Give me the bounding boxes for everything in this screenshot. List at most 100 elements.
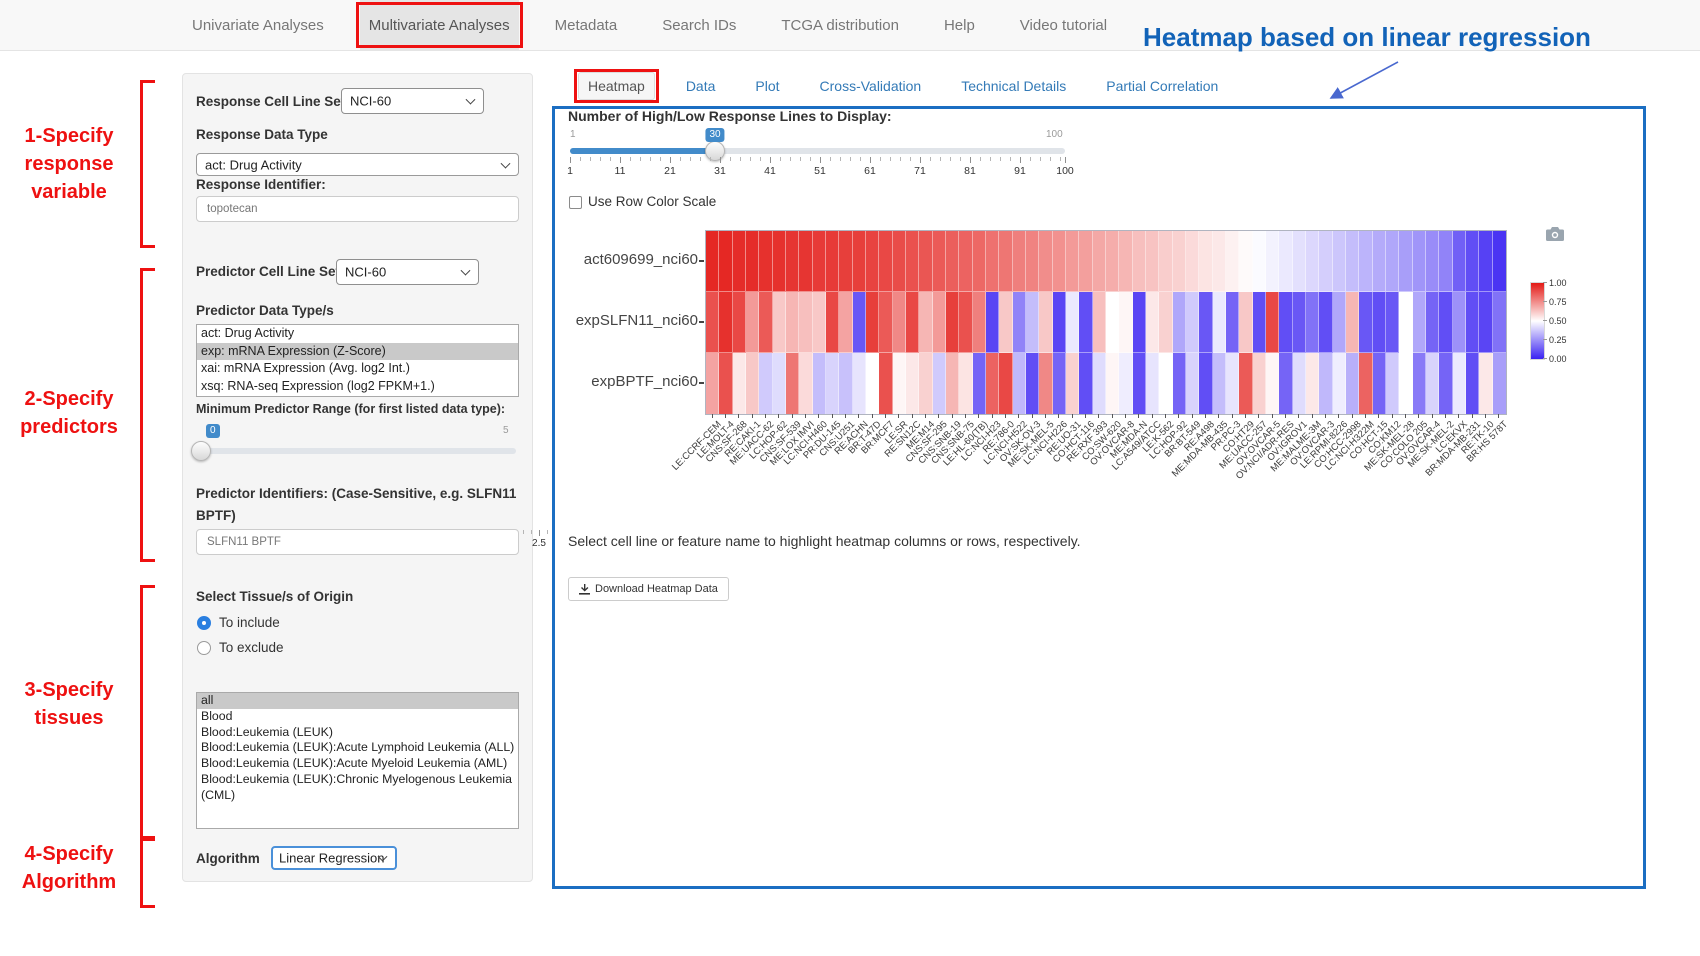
predictor-data-type-option-exp-mrna-expression-z-score[interactable]: exp: mRNA Expression (Z-Score): [197, 343, 518, 361]
heatmap-cell: [986, 353, 999, 414]
heatmap-row-label-act609699-nci60[interactable]: act609699_nci60: [548, 251, 698, 268]
heatmap-cell: [1386, 353, 1399, 414]
nav-item-multivariate-analyses[interactable]: Multivariate Analyses: [360, 0, 519, 50]
heatmap-cell: [1266, 231, 1279, 292]
predictor-data-type-option-xai-mrna-expression-avg-log2-int[interactable]: xai: mRNA Expression (Avg. log2 Int.): [197, 360, 518, 378]
heatmap-cell: [1346, 231, 1359, 292]
heatmap-cell: [1186, 292, 1199, 353]
lines-slider-handle[interactable]: [705, 141, 725, 161]
heatmap-row-label-expslfn11-nci60[interactable]: expSLFN11_nci60: [548, 312, 698, 329]
tissue-option-blood-leukemia-leuk-acute-lymphoid-leuke[interactable]: Blood:Leukemia (LEUK):Acute Lymphoid Leu…: [197, 740, 518, 756]
colorbar-tick-1.00: 1.00: [1549, 278, 1567, 288]
heatmap-cell: [1373, 353, 1386, 414]
heatmap-cell: [946, 353, 959, 414]
response-cell-line-set-select[interactable]: NCI-60: [341, 88, 484, 114]
tab-partial-correlation[interactable]: Partial Correlation: [1097, 73, 1227, 99]
heatmap-cell: [1199, 292, 1212, 353]
nav-item-metadata[interactable]: Metadata: [546, 0, 627, 50]
tissue-option-blood[interactable]: Blood: [197, 709, 518, 725]
nav-item-help[interactable]: Help: [935, 0, 984, 50]
heatmap-cell: [1439, 231, 1452, 292]
min-predictor-range-slider[interactable]: [198, 448, 516, 454]
predictor-cell-line-set-select[interactable]: NCI-60: [336, 259, 479, 285]
heatmap-cell: [866, 353, 879, 414]
heatmap-cell: [719, 353, 732, 414]
algorithm-select[interactable]: Linear Regression: [271, 846, 397, 870]
heatmap-cell: [866, 231, 879, 292]
nav-item-univariate-analyses[interactable]: Univariate Analyses: [183, 0, 333, 50]
predictor-data-types-listbox[interactable]: act: Drug Activityexp: mRNA Expression (…: [196, 324, 519, 397]
heatmap-colorbar: [1530, 282, 1545, 360]
heatmap-plot[interactable]: [705, 230, 1507, 415]
heatmap-cell: [1146, 292, 1159, 353]
heatmap-cell: [1253, 292, 1266, 353]
heatmap-cell: [1453, 292, 1466, 353]
camera-snapshot-icon[interactable]: [1546, 227, 1564, 241]
high-low-lines-slider[interactable]: [570, 148, 1065, 154]
tab-plot[interactable]: Plot: [746, 73, 788, 99]
heatmap-cell: [933, 292, 946, 353]
tissue-option-all[interactable]: all: [197, 693, 518, 709]
tab-technical-details[interactable]: Technical Details: [952, 73, 1075, 99]
sidebar-form-panel: Response Cell Line Set NCI-60 Response D…: [182, 73, 533, 882]
heatmap-cell: [799, 353, 812, 414]
nav-item-search-ids[interactable]: Search IDs: [653, 0, 745, 50]
heatmap-cell: [1226, 353, 1239, 414]
heatmap-cell: [1359, 231, 1372, 292]
heatmap-row-label-expbptf-nci60[interactable]: expBPTF_nci60: [548, 373, 698, 390]
lines-slider-tick-51: 51: [814, 165, 826, 177]
heatmap-cell: [1306, 353, 1319, 414]
predictor-data-type-option-xsq-rna-seq-expression-log2-fpkm-1[interactable]: xsq: RNA-seq Expression (log2 FPKM+1.): [197, 378, 518, 396]
use-row-color-scale-checkbox[interactable]: [569, 196, 582, 209]
heatmap-cell: [1319, 231, 1332, 292]
lines-slider-min-label: 1: [570, 129, 576, 140]
download-icon: [579, 584, 590, 595]
lines-slider-tick-100: 100: [1056, 165, 1074, 177]
tissue-option-blood-leukemia-leuk[interactable]: Blood:Leukemia (LEUK): [197, 725, 518, 741]
bracket-step-4: [140, 838, 155, 908]
heatmap-cell: [1426, 353, 1439, 414]
predictor-identifiers-input[interactable]: SLFN11 BPTF: [196, 529, 519, 555]
heatmap-cell: [1493, 231, 1506, 292]
heatmap-cell: [1159, 231, 1172, 292]
response-identifier-label: Response Identifier:: [196, 177, 326, 192]
response-data-type-label: Response Data Type: [196, 127, 328, 142]
heatmap-cell: [733, 292, 746, 353]
heatmap-cell: [879, 292, 892, 353]
heatmap-cell: [999, 292, 1012, 353]
lines-slider-tick-41: 41: [764, 165, 776, 177]
tissue-option-blood-leukemia-leuk-acute-myeloid-leukem[interactable]: Blood:Leukemia (LEUK):Acute Myeloid Leuk…: [197, 756, 518, 772]
nav-item-tcga-distribution[interactable]: TCGA distribution: [772, 0, 908, 50]
heatmap-cell: [853, 353, 866, 414]
heatmap-cell: [1173, 292, 1186, 353]
tab-heatmap[interactable]: Heatmap: [578, 72, 655, 100]
tissue-option-blood-leukemia-leuk-chronic-myelogenous-[interactable]: Blood:Leukemia (LEUK):Chronic Myelogenou…: [197, 772, 518, 804]
response-data-type-select[interactable]: act: Drug Activity: [196, 153, 519, 176]
heatmap-cell: [1293, 353, 1306, 414]
min-range-slider-handle[interactable]: [191, 441, 211, 461]
heatmap-cell: [999, 353, 1012, 414]
nav-item-video-tutorial[interactable]: Video tutorial: [1011, 0, 1116, 50]
download-heatmap-data-button[interactable]: Download Heatmap Data: [568, 577, 729, 601]
heatmap-cell: [746, 292, 759, 353]
tab-cross-validation[interactable]: Cross-Validation: [811, 73, 931, 99]
tissue-include-radio[interactable]: [197, 616, 211, 630]
heatmap-cell: [893, 292, 906, 353]
response-identifier-input[interactable]: topotecan: [196, 196, 519, 222]
heatmap-cell: [1066, 231, 1079, 292]
heatmap-cell: [719, 231, 732, 292]
heatmap-cell: [1493, 353, 1506, 414]
heatmap-cell: [1479, 353, 1492, 414]
heatmap-cell: [813, 353, 826, 414]
colorbar-tick-0.00: 0.00: [1549, 354, 1567, 364]
tab-data[interactable]: Data: [677, 73, 725, 99]
predictor-data-type-option-act-drug-activity[interactable]: act: Drug Activity: [197, 325, 518, 343]
tissue-listbox[interactable]: allBloodBlood:Leukemia (LEUK)Blood:Leuke…: [196, 692, 519, 829]
lines-slider-label: Number of High/Low Response Lines to Dis…: [568, 108, 892, 124]
heatmap-cell: [933, 231, 946, 292]
tissue-exclude-radio[interactable]: [197, 641, 211, 655]
min-predictor-range-label: Minimum Predictor Range (for first liste…: [196, 402, 505, 416]
heatmap-cell: [773, 231, 786, 292]
lines-slider-tick-61: 61: [864, 165, 876, 177]
heatmap-cell: [826, 292, 839, 353]
